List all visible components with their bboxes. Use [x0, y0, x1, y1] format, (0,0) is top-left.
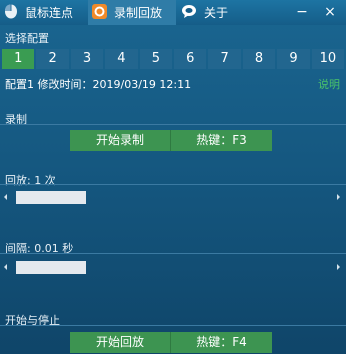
tab-label: 录制回放 — [114, 6, 163, 20]
config-button-9[interactable]: 9 — [277, 49, 310, 69]
playback-hotkey-button[interactable]: 热键：F4 — [171, 332, 272, 353]
config-button-1[interactable]: 1 — [2, 49, 35, 69]
divider — [0, 184, 346, 185]
tab-record-playback[interactable]: 录制回放 — [88, 0, 176, 25]
config-button-8[interactable]: 8 — [242, 49, 276, 69]
config-button-4[interactable]: 4 — [105, 49, 138, 69]
config-button-2[interactable]: 2 — [36, 49, 69, 69]
playback-count-slider[interactable] — [4, 191, 340, 205]
help-link[interactable]: 说明 — [318, 76, 340, 92]
config-button-7[interactable]: 7 — [208, 49, 241, 69]
interval-slider[interactable] — [4, 261, 340, 275]
select-config-label: 选择配置 — [5, 32, 49, 45]
divider — [0, 124, 346, 125]
speech-bubble-icon — [181, 4, 197, 22]
minimize-button[interactable]: − — [291, 2, 313, 22]
tab-label: 关于 — [204, 6, 229, 20]
arrow-left-icon[interactable] — [4, 264, 7, 270]
record-icon — [92, 3, 107, 22]
config-info: 配置1 修改时间：2019/03/19 12:11 — [5, 78, 192, 91]
divider — [0, 253, 346, 254]
title-bar: 鼠标连点 录制回放 关于 − × — [0, 0, 346, 25]
config-button-10[interactable]: 10 — [311, 49, 345, 69]
arrow-right-icon[interactable] — [337, 264, 340, 270]
start-playback-button[interactable]: 开始回放 — [70, 332, 171, 353]
arrow-left-icon[interactable] — [4, 194, 7, 200]
mouse-icon — [4, 3, 18, 22]
start-record-button[interactable]: 开始录制 — [70, 130, 171, 151]
playback-count-label: 回放: 1 次 — [5, 174, 56, 187]
close-button[interactable]: × — [319, 2, 341, 22]
divider — [0, 325, 346, 326]
arrow-right-icon[interactable] — [337, 194, 340, 200]
config-selector: 1 2 3 4 5 6 7 8 9 10 — [2, 49, 345, 69]
tab-about[interactable]: 关于 — [181, 0, 241, 25]
slider-thumb[interactable] — [16, 261, 86, 274]
config-button-3[interactable]: 3 — [70, 49, 104, 69]
config-button-5[interactable]: 5 — [139, 49, 173, 69]
tab-label: 鼠标连点 — [25, 6, 74, 20]
record-button-group: 开始录制 热键：F3 — [70, 130, 272, 151]
slider-thumb[interactable] — [16, 191, 86, 204]
config-button-6[interactable]: 6 — [174, 49, 207, 69]
record-hotkey-button[interactable]: 热键：F3 — [171, 130, 272, 151]
tab-mouse-clicker[interactable]: 鼠标连点 — [4, 0, 86, 25]
playback-button-group: 开始回放 热键：F4 — [70, 332, 272, 353]
